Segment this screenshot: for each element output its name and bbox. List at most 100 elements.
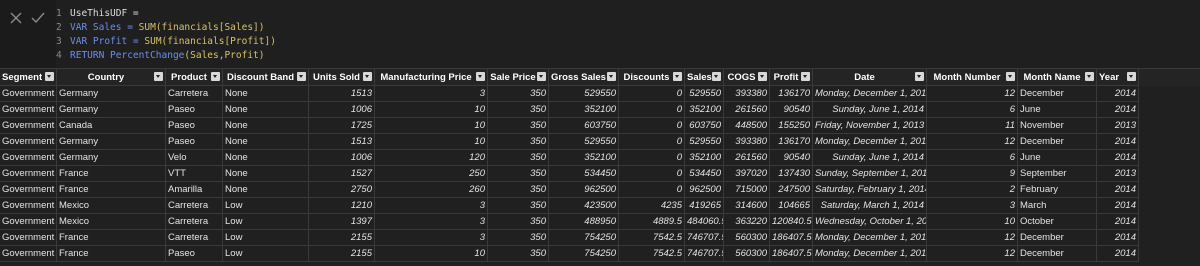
code-token: (financials[Profit]) <box>161 36 276 47</box>
table-cell: Monday, December 1, 2014 <box>813 246 927 262</box>
dax-formula-editor[interactable]: 1 UseThisUDF = 2 VAR Sales = SUM(financials… <box>56 0 1200 68</box>
column-header-country[interactable]: Country <box>57 69 166 86</box>
table-cell: None <box>223 86 309 102</box>
filter-dropdown-icon[interactable] <box>45 72 54 81</box>
column-header-manufacturing-price[interactable]: Manufacturing Price <box>375 69 488 86</box>
table-cell: None <box>223 182 309 198</box>
column-header-discount-band[interactable]: Discount Band <box>223 69 309 86</box>
filter-dropdown-icon[interactable] <box>1006 72 1015 81</box>
column-header-sales[interactable]: Sales <box>685 69 724 86</box>
line-number: 4 <box>56 50 62 61</box>
table-cell: 90540 <box>770 150 813 166</box>
table-cell: 12 <box>927 230 1018 246</box>
table-cell: Government <box>0 134 57 150</box>
column-header-discounts[interactable]: Discounts <box>619 69 685 86</box>
filter-dropdown-icon[interactable] <box>537 72 546 81</box>
filter-dropdown-icon[interactable] <box>1085 72 1094 81</box>
table-cell: Government <box>0 150 57 166</box>
table-cell: December <box>1018 86 1097 102</box>
table-cell: 2014 <box>1097 134 1139 150</box>
table-cell: 448500 <box>724 118 770 134</box>
filter-dropdown-icon[interactable] <box>758 72 767 81</box>
filter-dropdown-icon[interactable] <box>154 72 163 81</box>
table-cell: Government <box>0 86 57 102</box>
table-cell: 261560 <box>724 150 770 166</box>
column-header-profit[interactable]: Profit <box>770 69 813 86</box>
column-header-label: Profit <box>773 72 799 83</box>
column-header-sale-price[interactable]: Sale Price <box>488 69 549 86</box>
table-cell: 250 <box>375 166 488 182</box>
filter-dropdown-icon[interactable] <box>1127 72 1136 81</box>
filter-dropdown-icon[interactable] <box>915 72 924 81</box>
table-cell: June <box>1018 102 1097 118</box>
table-cell: Government <box>0 230 57 246</box>
table-cell: 261560 <box>724 102 770 118</box>
column-header-month-name[interactable]: Month Name <box>1018 69 1097 86</box>
table-cell: 0 <box>619 182 685 198</box>
code-token: RETURN <box>70 50 111 61</box>
table-cell: 350 <box>488 182 549 198</box>
filter-dropdown-icon[interactable] <box>673 72 682 81</box>
table-cell: Saturday, February 1, 2014 <box>813 182 927 198</box>
table-cell: 260 <box>375 182 488 198</box>
table-cell: 10 <box>927 214 1018 230</box>
table-cell: 1006 <box>309 150 375 166</box>
line-number: 1 <box>56 8 62 19</box>
column-header-label: Sales <box>687 72 712 83</box>
column-header-year[interactable]: Year <box>1097 69 1139 86</box>
filter-dropdown-icon[interactable] <box>712 72 721 81</box>
table-cell: 3 <box>375 86 488 102</box>
table-cell: 529550 <box>685 134 724 150</box>
table-cell: 350 <box>488 134 549 150</box>
table-cell: Sunday, September 1, 2013 <box>813 166 927 182</box>
table-cell: 3 <box>375 198 488 214</box>
table-cell: 90540 <box>770 102 813 118</box>
table-cell: 1210 <box>309 198 375 214</box>
table-cell: 419265 <box>685 198 724 214</box>
column-header-date[interactable]: Date <box>813 69 927 86</box>
checkmark-icon[interactable] <box>30 10 46 26</box>
column-header-units-sold[interactable]: Units Sold <box>309 69 375 86</box>
column-header-label: COGS <box>727 72 756 83</box>
table-cell: 1397 <box>309 214 375 230</box>
table-cell: Monday, December 1, 2014 <box>813 134 927 150</box>
table-cell: 484060.5 <box>685 214 724 230</box>
filter-dropdown-icon[interactable] <box>476 72 485 81</box>
formula-line: 4 RETURN PercentChange(Sales,Profit) <box>56 49 264 62</box>
table-cell: 534450 <box>549 166 619 182</box>
table-cell: 1006 <box>309 102 375 118</box>
table-cell: Monday, December 1, 2014 <box>813 86 927 102</box>
filter-dropdown-icon[interactable] <box>297 72 306 81</box>
table-cell: Paseo <box>166 102 223 118</box>
table-cell: 423500 <box>549 198 619 214</box>
table-cell: 350 <box>488 150 549 166</box>
table-cell: 2014 <box>1097 246 1139 262</box>
column-header-label: Manufacturing Price <box>380 72 472 83</box>
table-cell: 2014 <box>1097 182 1139 198</box>
filter-dropdown-icon[interactable] <box>211 72 220 81</box>
table-cell: 529550 <box>549 86 619 102</box>
column-header-segment[interactable]: Segment <box>0 69 57 86</box>
column-header-label: Units Sold <box>313 72 360 83</box>
table-cell: 9 <box>927 166 1018 182</box>
filter-dropdown-icon[interactable] <box>801 72 810 81</box>
table-cell: 2 <box>927 182 1018 198</box>
table-cell: 350 <box>488 166 549 182</box>
column-header-gross-sales[interactable]: Gross Sales <box>549 69 619 86</box>
close-icon[interactable] <box>8 10 24 26</box>
table-cell: Low <box>223 198 309 214</box>
column-header-cogs[interactable]: COGS <box>724 69 770 86</box>
column-header-product[interactable]: Product <box>166 69 223 86</box>
column-header-month-number[interactable]: Month Number <box>927 69 1018 86</box>
table-cell: Monday, December 1, 2014 <box>813 230 927 246</box>
filter-dropdown-icon[interactable] <box>607 72 616 81</box>
table-cell: 2155 <box>309 230 375 246</box>
filter-dropdown-icon[interactable] <box>363 72 372 81</box>
formula-line: 2 VAR Sales = SUM(financials[Sales]) <box>56 21 265 34</box>
table-cell: 6 <box>927 150 1018 166</box>
table-cell: 12 <box>927 246 1018 262</box>
table-cell: 2014 <box>1097 214 1139 230</box>
table-cell: December <box>1018 246 1097 262</box>
table-cell: 363220 <box>724 214 770 230</box>
table-cell: 10 <box>375 118 488 134</box>
